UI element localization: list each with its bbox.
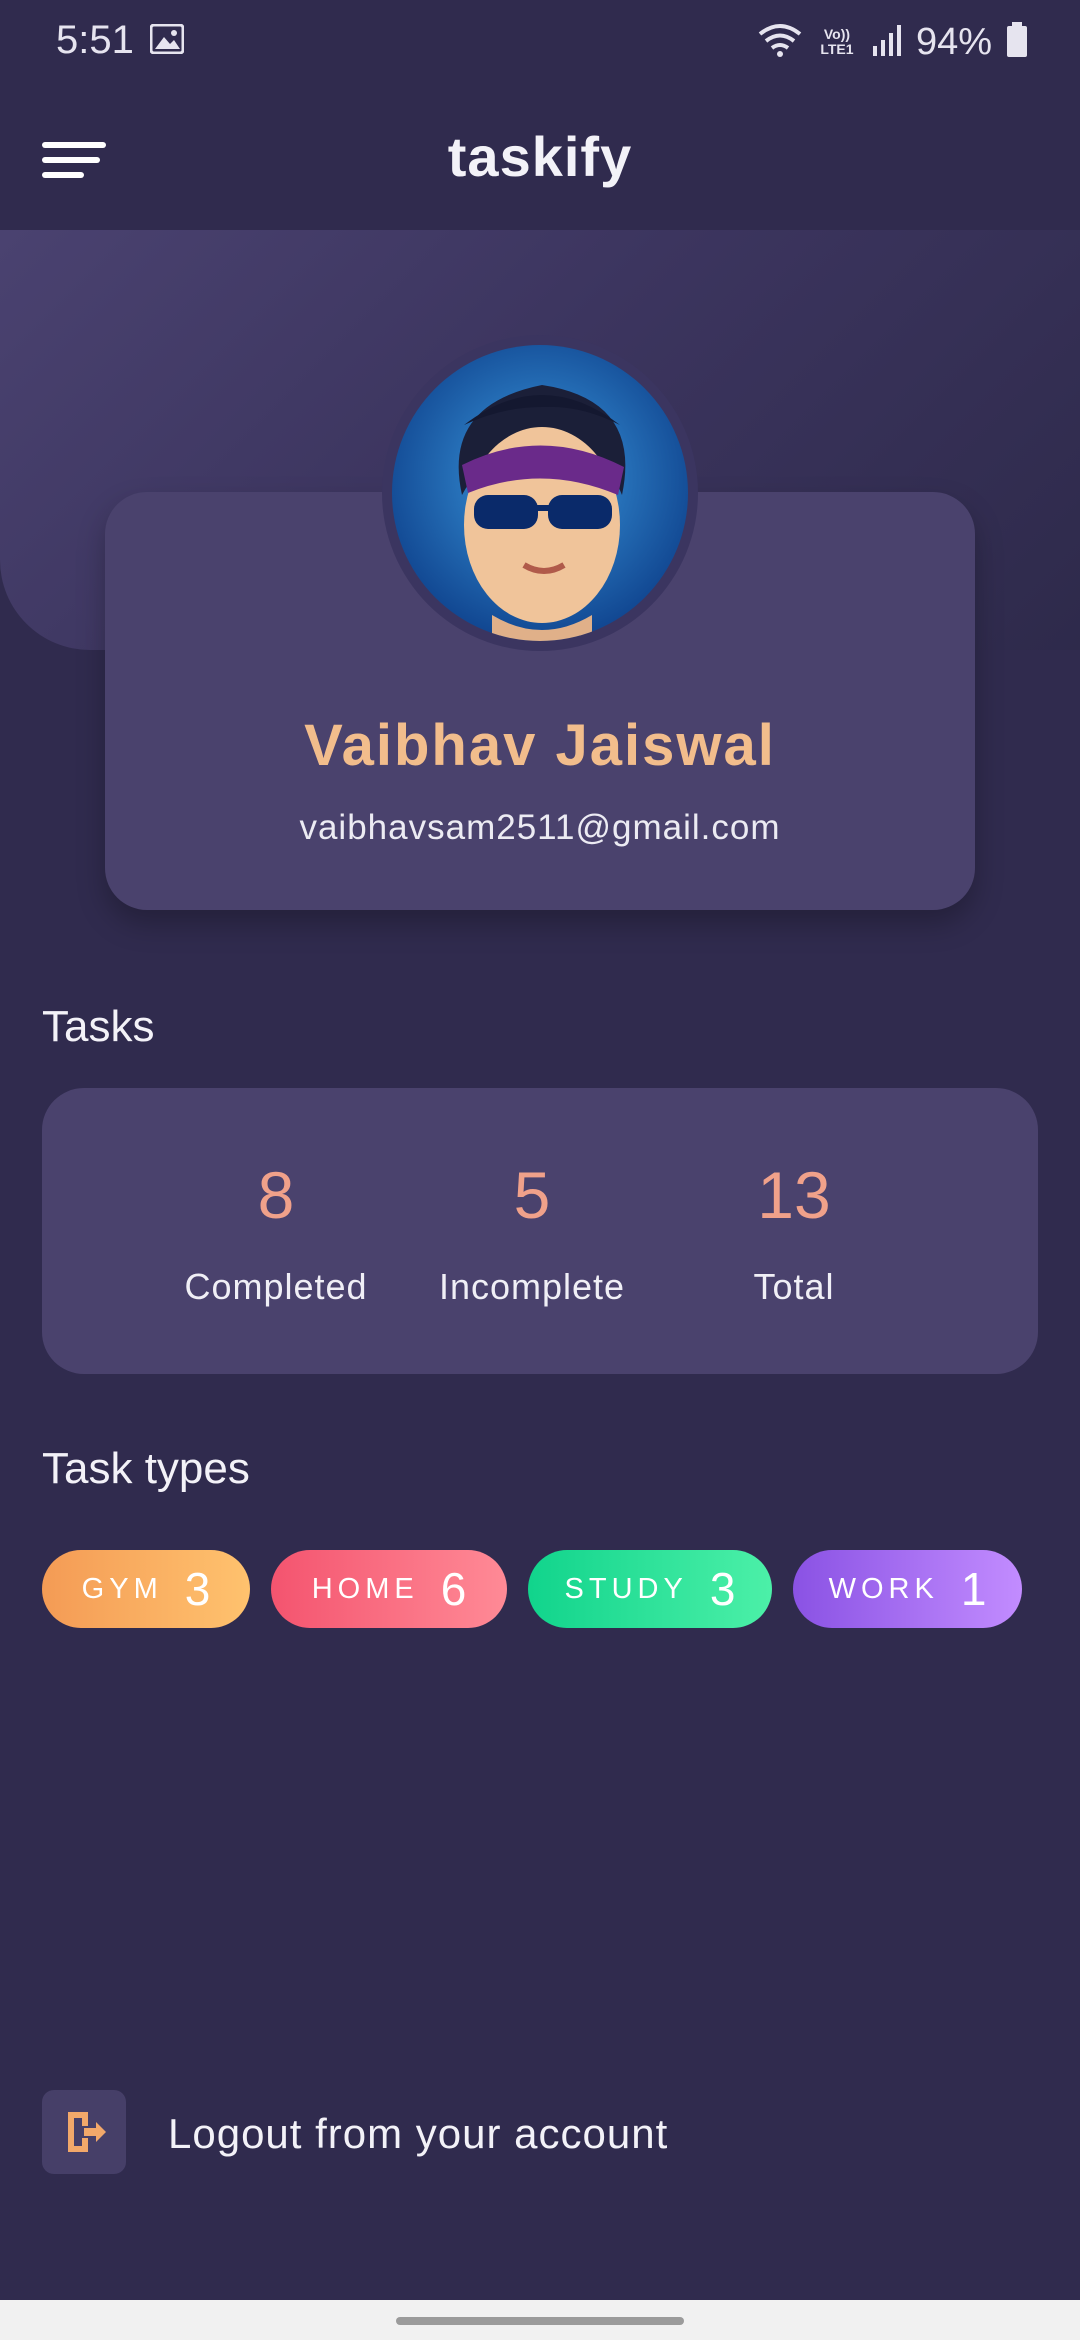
logout-button[interactable]: Logout from your account (42, 2090, 742, 2176)
lte-icon: Vo)) LTE1 (820, 26, 854, 57)
logout-label: Logout from your account (168, 2110, 669, 2157)
avatar[interactable] (392, 345, 688, 641)
profile-name: Vaibhav Jaiswal (304, 713, 776, 778)
status-bar: 5:51 Vo)) LTE1 94% (0, 0, 1080, 80)
task-stats-card: 8 Completed 5 Incomplete 13 Total (42, 1088, 1038, 1374)
gallery-notification-icon (149, 23, 185, 55)
stat-incomplete: 5 Incomplete (422, 1088, 642, 1308)
chip-gym[interactable]: GYM 3 (42, 1550, 250, 1628)
signal-icon (872, 24, 902, 61)
chip-count: 3 (709, 1563, 736, 1615)
stat-value: 13 (757, 1158, 831, 1232)
profile-email: vaibhavsam2511@gmail.com (299, 808, 781, 847)
stat-label: Incomplete (438, 1266, 626, 1307)
chip-home[interactable]: HOME 6 (271, 1550, 507, 1628)
chip-label: GYM (81, 1572, 163, 1605)
battery-percentage: 94% (915, 20, 992, 63)
stat-label: Completed (184, 1266, 368, 1307)
avatar-frame (382, 335, 698, 651)
chip-label: STUDY (564, 1572, 688, 1605)
home-gesture-handle[interactable] (396, 2317, 684, 2325)
chip-count: 6 (440, 1563, 467, 1615)
chip-count: 3 (184, 1563, 211, 1615)
chip-label: HOME (311, 1572, 419, 1605)
stat-label: Total (753, 1266, 835, 1307)
chip-count: 1 (960, 1563, 987, 1615)
stat-completed: 8 Completed (166, 1088, 386, 1308)
stat-value: 5 (513, 1158, 551, 1232)
app-logo: taskify (447, 125, 633, 188)
app-header: taskify (0, 80, 1080, 230)
task-types-section-title: Task types (42, 1444, 250, 1493)
stat-value: 8 (257, 1158, 295, 1232)
chip-work[interactable]: WORK 1 (793, 1550, 1022, 1628)
battery-icon (1006, 21, 1028, 63)
wifi-icon (758, 22, 802, 63)
chip-study[interactable]: STUDY 3 (528, 1550, 772, 1628)
stat-total: 13 Total (684, 1088, 904, 1308)
status-time: 5:51 (56, 18, 134, 62)
tasks-section-title: Tasks (42, 1002, 155, 1051)
system-navigation-bar (0, 2300, 1080, 2340)
logout-icon (42, 2090, 126, 2174)
chip-label: WORK (828, 1572, 939, 1605)
